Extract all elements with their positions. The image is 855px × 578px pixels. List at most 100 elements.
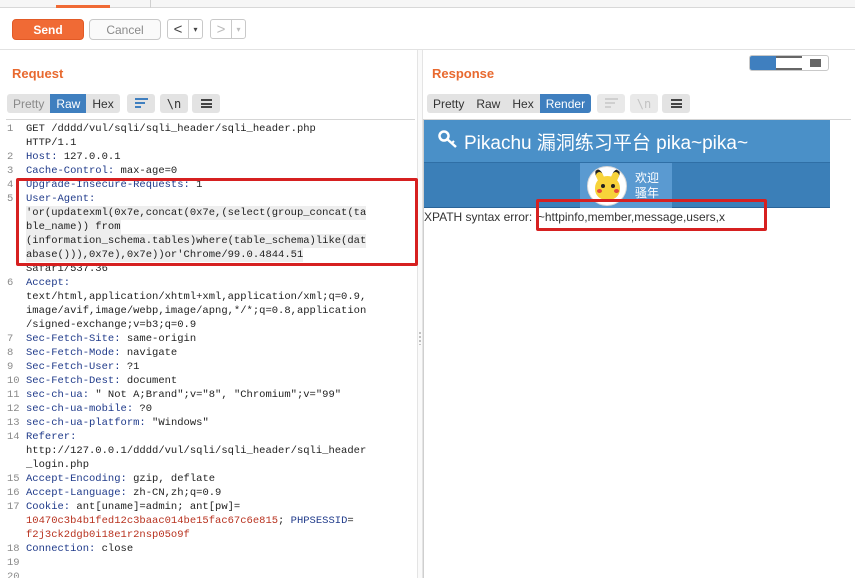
header-name: sec-ch-ua:: [26, 389, 90, 401]
layout-side-by-side-button[interactable]: [750, 56, 776, 70]
welcome-text: 欢迎 骚年: [635, 171, 659, 201]
line-number: 14: [7, 431, 20, 443]
line-number: 17: [7, 501, 20, 513]
layout-tabs-button[interactable]: [802, 56, 828, 70]
header-value: ant[uname]=admin; ant[pw]=: [70, 501, 241, 513]
hamburger-menu-icon: [200, 99, 212, 108]
line-number: [6, 136, 26, 150]
pikachu-nav-bar: 欢迎 骚年: [424, 163, 830, 208]
header-value: 'or(updatexml(0x7e,concat(0x7e,(select(g…: [26, 207, 367, 219]
header-value: =: [347, 515, 354, 527]
header-value: ?0: [133, 403, 153, 415]
request-line: text/html,application/xhtml+xml,applicat…: [6, 290, 415, 304]
request-line: abase())),0x7e),0x7e))or'Chrome/99.0.484…: [6, 248, 415, 262]
line-number: 20: [7, 571, 20, 578]
header-value: " Not A;Brand";v="8", "Chromium";v="99": [89, 389, 342, 401]
response-tab-pretty[interactable]: Pretty: [427, 94, 471, 113]
header-name: Upgrade-Insecure-Requests:: [26, 179, 190, 191]
request-tab-raw[interactable]: Raw: [50, 94, 87, 113]
line-number: 11: [7, 389, 20, 401]
request-line: 15 Accept-Encoding: gzip, deflate: [6, 472, 415, 486]
xpath-error-message: XPATH syntax error: '~httpinfo,member,me…: [424, 210, 725, 224]
line-number: [6, 220, 26, 234]
line-content: ble_name)) from: [26, 220, 121, 234]
line-number: [6, 206, 26, 220]
back-history-dropdown-icon[interactable]: ▾: [188, 20, 202, 38]
forward-nav-group: > ▾: [210, 19, 246, 39]
header-value: ;: [278, 515, 291, 527]
response-word-wrap-button[interactable]: [597, 94, 625, 113]
layout-stacked-button[interactable]: [776, 56, 802, 70]
header-name: Sec-Fetch-Mode:: [26, 347, 121, 359]
request-tab-pretty[interactable]: Pretty: [7, 94, 51, 113]
line-number: [6, 262, 26, 276]
line-number: 3: [7, 165, 14, 177]
response-menu-button[interactable]: [662, 94, 690, 113]
header-name: Accept:: [26, 277, 71, 289]
header-value: ble_name)) from: [26, 221, 121, 233]
request-newline-toggle-button[interactable]: \n: [160, 94, 188, 113]
forward-arrow-icon[interactable]: >: [211, 20, 231, 38]
header-value: "Windows": [145, 417, 209, 429]
hamburger-menu-icon: [670, 99, 682, 108]
header-name: Cookie:: [26, 501, 71, 513]
header-name: Accept-Encoding:: [26, 473, 127, 485]
cancel-button[interactable]: Cancel: [89, 19, 161, 40]
cookie-value: f2j3ck2dgb0i18e1r2nsp05o9f: [26, 529, 190, 541]
request-line: 20: [6, 570, 415, 578]
line-content: Safari/537.36: [26, 262, 108, 276]
request-line: 10 Sec-Fetch-Dest: document: [6, 374, 415, 388]
tab-strip: [0, 0, 855, 8]
request-line: HTTP/1.1: [6, 136, 415, 150]
header-value: Safari/537.36: [26, 263, 108, 275]
line-content: /signed-exchange;v=b3;q=0.9: [26, 318, 196, 332]
response-tab-raw[interactable]: Raw: [470, 94, 507, 113]
pikachu-header: Pikachu 漏洞练习平台 pika~pika~: [424, 120, 830, 163]
header-value: same-origin: [120, 333, 197, 345]
response-tab-render[interactable]: Render: [539, 94, 592, 113]
header-value: ?1: [120, 361, 140, 373]
rows-icon: [776, 56, 802, 70]
request-tab-hex[interactable]: Hex: [86, 94, 120, 113]
line-number: [6, 458, 26, 472]
request-menu-button[interactable]: [192, 94, 220, 113]
request-line: 14 Referer:: [6, 430, 415, 444]
line-content: Sec-Fetch-Mode: navigate: [26, 346, 177, 360]
line-number: 4: [7, 179, 14, 191]
send-button[interactable]: Send: [12, 19, 84, 40]
request-editor[interactable]: 1 GET /dddd/vul/sqli/sqli_header/sqli_hea…: [6, 119, 415, 578]
request-line: 4 Upgrade-Insecure-Requests: 1: [6, 178, 415, 192]
request-pane-title: Request: [12, 66, 64, 81]
toolbar: Send Cancel < ▾ > ▾: [0, 8, 855, 50]
splitter-grip-icon: [419, 331, 421, 345]
request-line: 1 GET /dddd/vul/sqli/sqli_header/sqli_hea…: [6, 122, 415, 136]
request-word-wrap-button[interactable]: [127, 94, 155, 113]
welcome-line-2: 骚年: [635, 185, 660, 200]
request-line: ble_name)) from: [6, 220, 415, 234]
response-tab-hex[interactable]: Hex: [506, 94, 540, 113]
request-view-tabs: Pretty Raw Hex: [7, 94, 120, 113]
line-content: sec-ch-ua: " Not A;Brand";v="8", "Chromi…: [26, 388, 341, 402]
line-content: abase())),0x7e),0x7e))or'Chrome/99.0.484…: [26, 248, 304, 262]
response-pane-title: Response: [432, 66, 495, 81]
request-line: 2 Host: 127.0.0.1: [6, 150, 415, 164]
line-number: 9: [7, 361, 14, 373]
response-newline-toggle-button[interactable]: \n: [630, 94, 658, 113]
line-number: 5: [7, 193, 14, 205]
request-line: 18 Connection: close: [6, 542, 415, 556]
response-render-view: Pikachu 漏洞练习平台 pika~pika~ 欢迎 骚年 XPATH sy…: [423, 119, 851, 578]
word-wrap-icon: [604, 98, 618, 109]
header-value: gzip, deflate: [126, 473, 216, 485]
request-line: _login.php: [6, 458, 415, 472]
line-content: _login.php: [26, 458, 89, 472]
key-icon: [438, 129, 458, 153]
single-pane-icon: [809, 59, 821, 67]
request-line: 'or(updatexml(0x7e,concat(0x7e,(select(g…: [6, 206, 415, 220]
line-content: 10470c3b4b1fed12c3baac014be15fac67c6e815…: [26, 514, 354, 528]
request-line: /signed-exchange;v=b3;q=0.9: [6, 318, 415, 332]
request-line: 5 User-Agent:: [6, 192, 415, 206]
back-arrow-icon[interactable]: <: [168, 20, 188, 38]
line-content: HTTP/1.1: [26, 136, 76, 150]
line-number: [6, 528, 26, 542]
forward-history-dropdown-icon[interactable]: ▾: [231, 20, 245, 38]
